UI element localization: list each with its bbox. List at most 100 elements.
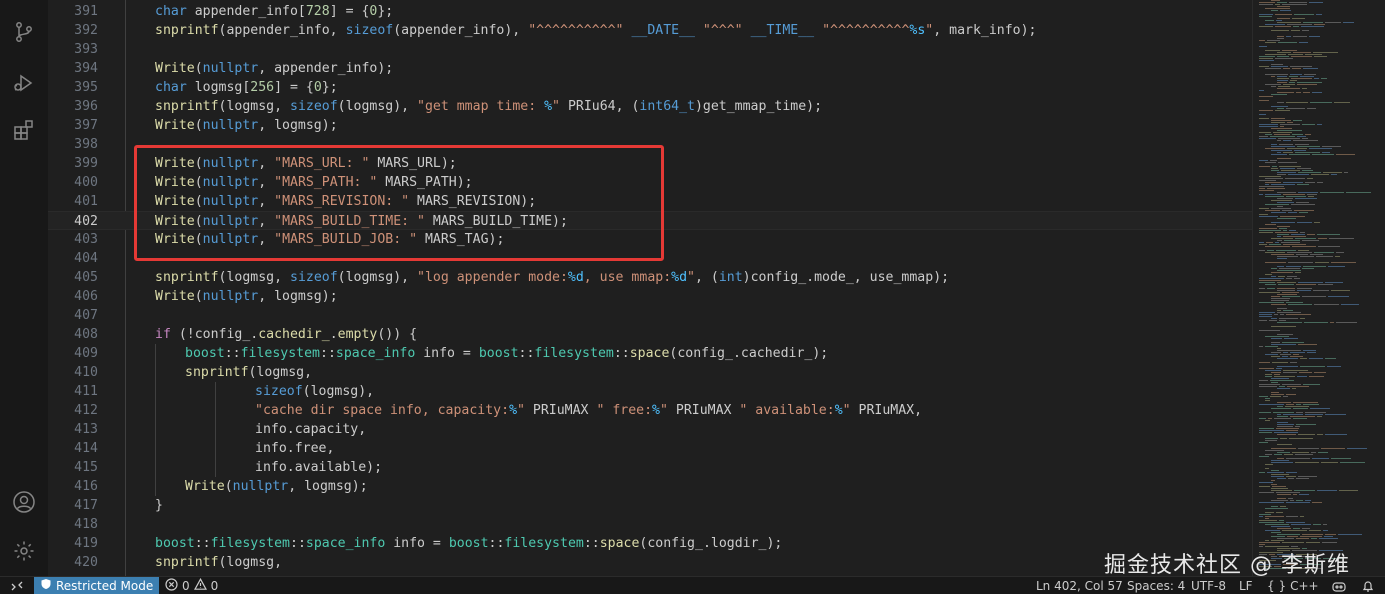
minimap-line bbox=[1265, 530, 1280, 531]
minimap-line bbox=[1265, 540, 1269, 541]
minimap-line bbox=[1259, 26, 1273, 27]
minimap-line bbox=[1293, 354, 1299, 355]
minimap-line bbox=[1271, 170, 1279, 171]
minimap-line bbox=[1271, 484, 1277, 485]
code-line[interactable]: 405 snprintf(logmsg, sizeof(logmsg), "log… bbox=[48, 268, 1252, 287]
code-line[interactable]: 418 bbox=[48, 515, 1252, 534]
line-number: 394 bbox=[74, 61, 98, 76]
code-line[interactable]: 407 bbox=[48, 306, 1252, 325]
code-line[interactable]: 412 "cache dir space info, capacity:%" PR… bbox=[48, 401, 1252, 420]
code-line[interactable]: 417} bbox=[48, 496, 1252, 515]
account-icon[interactable] bbox=[12, 490, 36, 514]
minimap-line bbox=[1259, 288, 1265, 289]
minimap-line bbox=[1271, 318, 1277, 319]
minimap-line bbox=[1259, 194, 1263, 195]
cursor-position[interactable]: Ln 402, Col 57 bbox=[1036, 577, 1123, 594]
minimap-line bbox=[1317, 434, 1323, 435]
code-token: % bbox=[544, 99, 553, 114]
code-token: :: bbox=[320, 346, 336, 361]
minimap-line bbox=[1265, 54, 1286, 55]
minimap-line bbox=[1291, 78, 1312, 79]
minimap-line bbox=[1325, 414, 1346, 415]
minimap-line bbox=[1307, 178, 1313, 179]
minimap-line bbox=[1271, 168, 1278, 169]
minimap-line bbox=[1259, 16, 1272, 17]
encoding-setting[interactable]: UTF-8 bbox=[1191, 577, 1226, 594]
code-editor[interactable]: 391 char appender_info[728] = {0}; 392 snpr… bbox=[48, 0, 1252, 576]
code-token: info.free, bbox=[255, 441, 335, 456]
code-line[interactable]: 414 info.free, bbox=[48, 439, 1252, 458]
minimap-line bbox=[1321, 462, 1338, 463]
code-line[interactable]: 406 Write(nullptr, logmsg); bbox=[48, 287, 1252, 306]
indent-guide bbox=[155, 382, 156, 401]
code-line[interactable]: 397 Write(nullptr, logmsg); bbox=[48, 116, 1252, 135]
problems-indicator[interactable]: 0 0 bbox=[165, 577, 218, 594]
remote-indicator-icon[interactable] bbox=[0, 577, 34, 594]
minimap-line bbox=[1296, 478, 1309, 479]
code-line[interactable]: 411 sizeof(logmsg), bbox=[48, 382, 1252, 401]
code-line[interactable]: 393 bbox=[48, 40, 1252, 59]
extensions-icon[interactable] bbox=[12, 118, 36, 142]
code-line[interactable]: 415 info.available); bbox=[48, 458, 1252, 477]
minimap-line bbox=[1296, 500, 1303, 501]
code-line[interactable]: 391 char appender_info[728] = {0}; bbox=[48, 2, 1252, 21]
notifications-bell-icon[interactable] bbox=[1362, 577, 1374, 594]
code-line[interactable]: 392 snprintf(appender_info, sizeof(append… bbox=[48, 21, 1252, 40]
code-line[interactable]: 394 Write(nullptr, appender_info); bbox=[48, 59, 1252, 78]
minimap-line bbox=[1290, 80, 1297, 81]
minimap-line bbox=[1259, 124, 1278, 125]
minimap-line bbox=[1309, 2, 1323, 3]
settings-icon[interactable] bbox=[12, 539, 36, 563]
minimap-line bbox=[1296, 92, 1301, 93]
minimap-line bbox=[1277, 458, 1284, 459]
code-text: boost::filesystem::space_info info = boo… bbox=[155, 534, 782, 553]
code-token: Write bbox=[155, 61, 195, 76]
minimap-line bbox=[1289, 2, 1307, 3]
code-line[interactable]: 396 snprintf(logmsg, sizeof(logmsg), "get… bbox=[48, 97, 1252, 116]
language-mode[interactable]: { } C++ bbox=[1267, 577, 1319, 594]
minimap-line bbox=[1318, 246, 1340, 247]
minimap-line bbox=[1273, 412, 1294, 413]
code-token: sizeof bbox=[255, 384, 303, 399]
code-line[interactable]: 416 Write(nullptr, logmsg); bbox=[48, 477, 1252, 496]
minimap[interactable] bbox=[1252, 0, 1385, 576]
eol-setting[interactable]: LF bbox=[1239, 577, 1253, 594]
minimap-line bbox=[1259, 190, 1274, 191]
minimap-line bbox=[1271, 344, 1296, 345]
minimap-line bbox=[1280, 506, 1286, 507]
copilot-icon[interactable] bbox=[1332, 577, 1346, 594]
code-token: "cache dir space info, capacity: bbox=[255, 403, 510, 418]
source-control-icon[interactable] bbox=[12, 20, 36, 44]
minimap-line bbox=[1277, 288, 1295, 289]
minimap-line bbox=[1335, 256, 1340, 257]
warning-icon bbox=[193, 577, 207, 594]
code-line[interactable]: 413 info.capacity, bbox=[48, 420, 1252, 439]
minimap-line bbox=[1285, 178, 1305, 179]
minimap-line bbox=[1275, 4, 1280, 5]
code-token: "^^^^^^^^^^ bbox=[822, 23, 910, 38]
code-line[interactable]: 420 snprintf(logmsg, bbox=[48, 553, 1252, 572]
minimap-line bbox=[1259, 312, 1275, 313]
line-number: 413 bbox=[74, 422, 98, 437]
minimap-line bbox=[1297, 376, 1307, 377]
minimap-line bbox=[1259, 486, 1270, 487]
code-line[interactable]: 409 boost::filesystem::space_info info = … bbox=[48, 344, 1252, 363]
minimap-line bbox=[1283, 370, 1308, 371]
minimap-line bbox=[1271, 448, 1296, 449]
code-line[interactable]: 410 snprintf(logmsg, bbox=[48, 363, 1252, 382]
minimap-line bbox=[1300, 516, 1304, 517]
minimap-line bbox=[1259, 230, 1281, 231]
code-line[interactable]: 419 boost::filesystem::space_info info = … bbox=[48, 534, 1252, 553]
restricted-mode-badge[interactable]: Restricted Mode bbox=[34, 577, 160, 594]
minimap-line bbox=[1276, 250, 1296, 251]
minimap-line bbox=[1277, 140, 1281, 141]
code-line[interactable]: 408 if (!config_.cachedir_.empty()) { bbox=[48, 325, 1252, 344]
minimap-line bbox=[1282, 530, 1307, 531]
code-token: if bbox=[155, 327, 171, 342]
code-token: __TIME__ bbox=[750, 23, 815, 38]
indentation-setting[interactable]: Spaces: 4 bbox=[1127, 577, 1185, 594]
run-debug-icon[interactable] bbox=[12, 71, 36, 95]
code-token: (config_.logdir_); bbox=[639, 536, 783, 551]
code-line[interactable]: 395 char logmsg[256] = {0}; bbox=[48, 78, 1252, 97]
